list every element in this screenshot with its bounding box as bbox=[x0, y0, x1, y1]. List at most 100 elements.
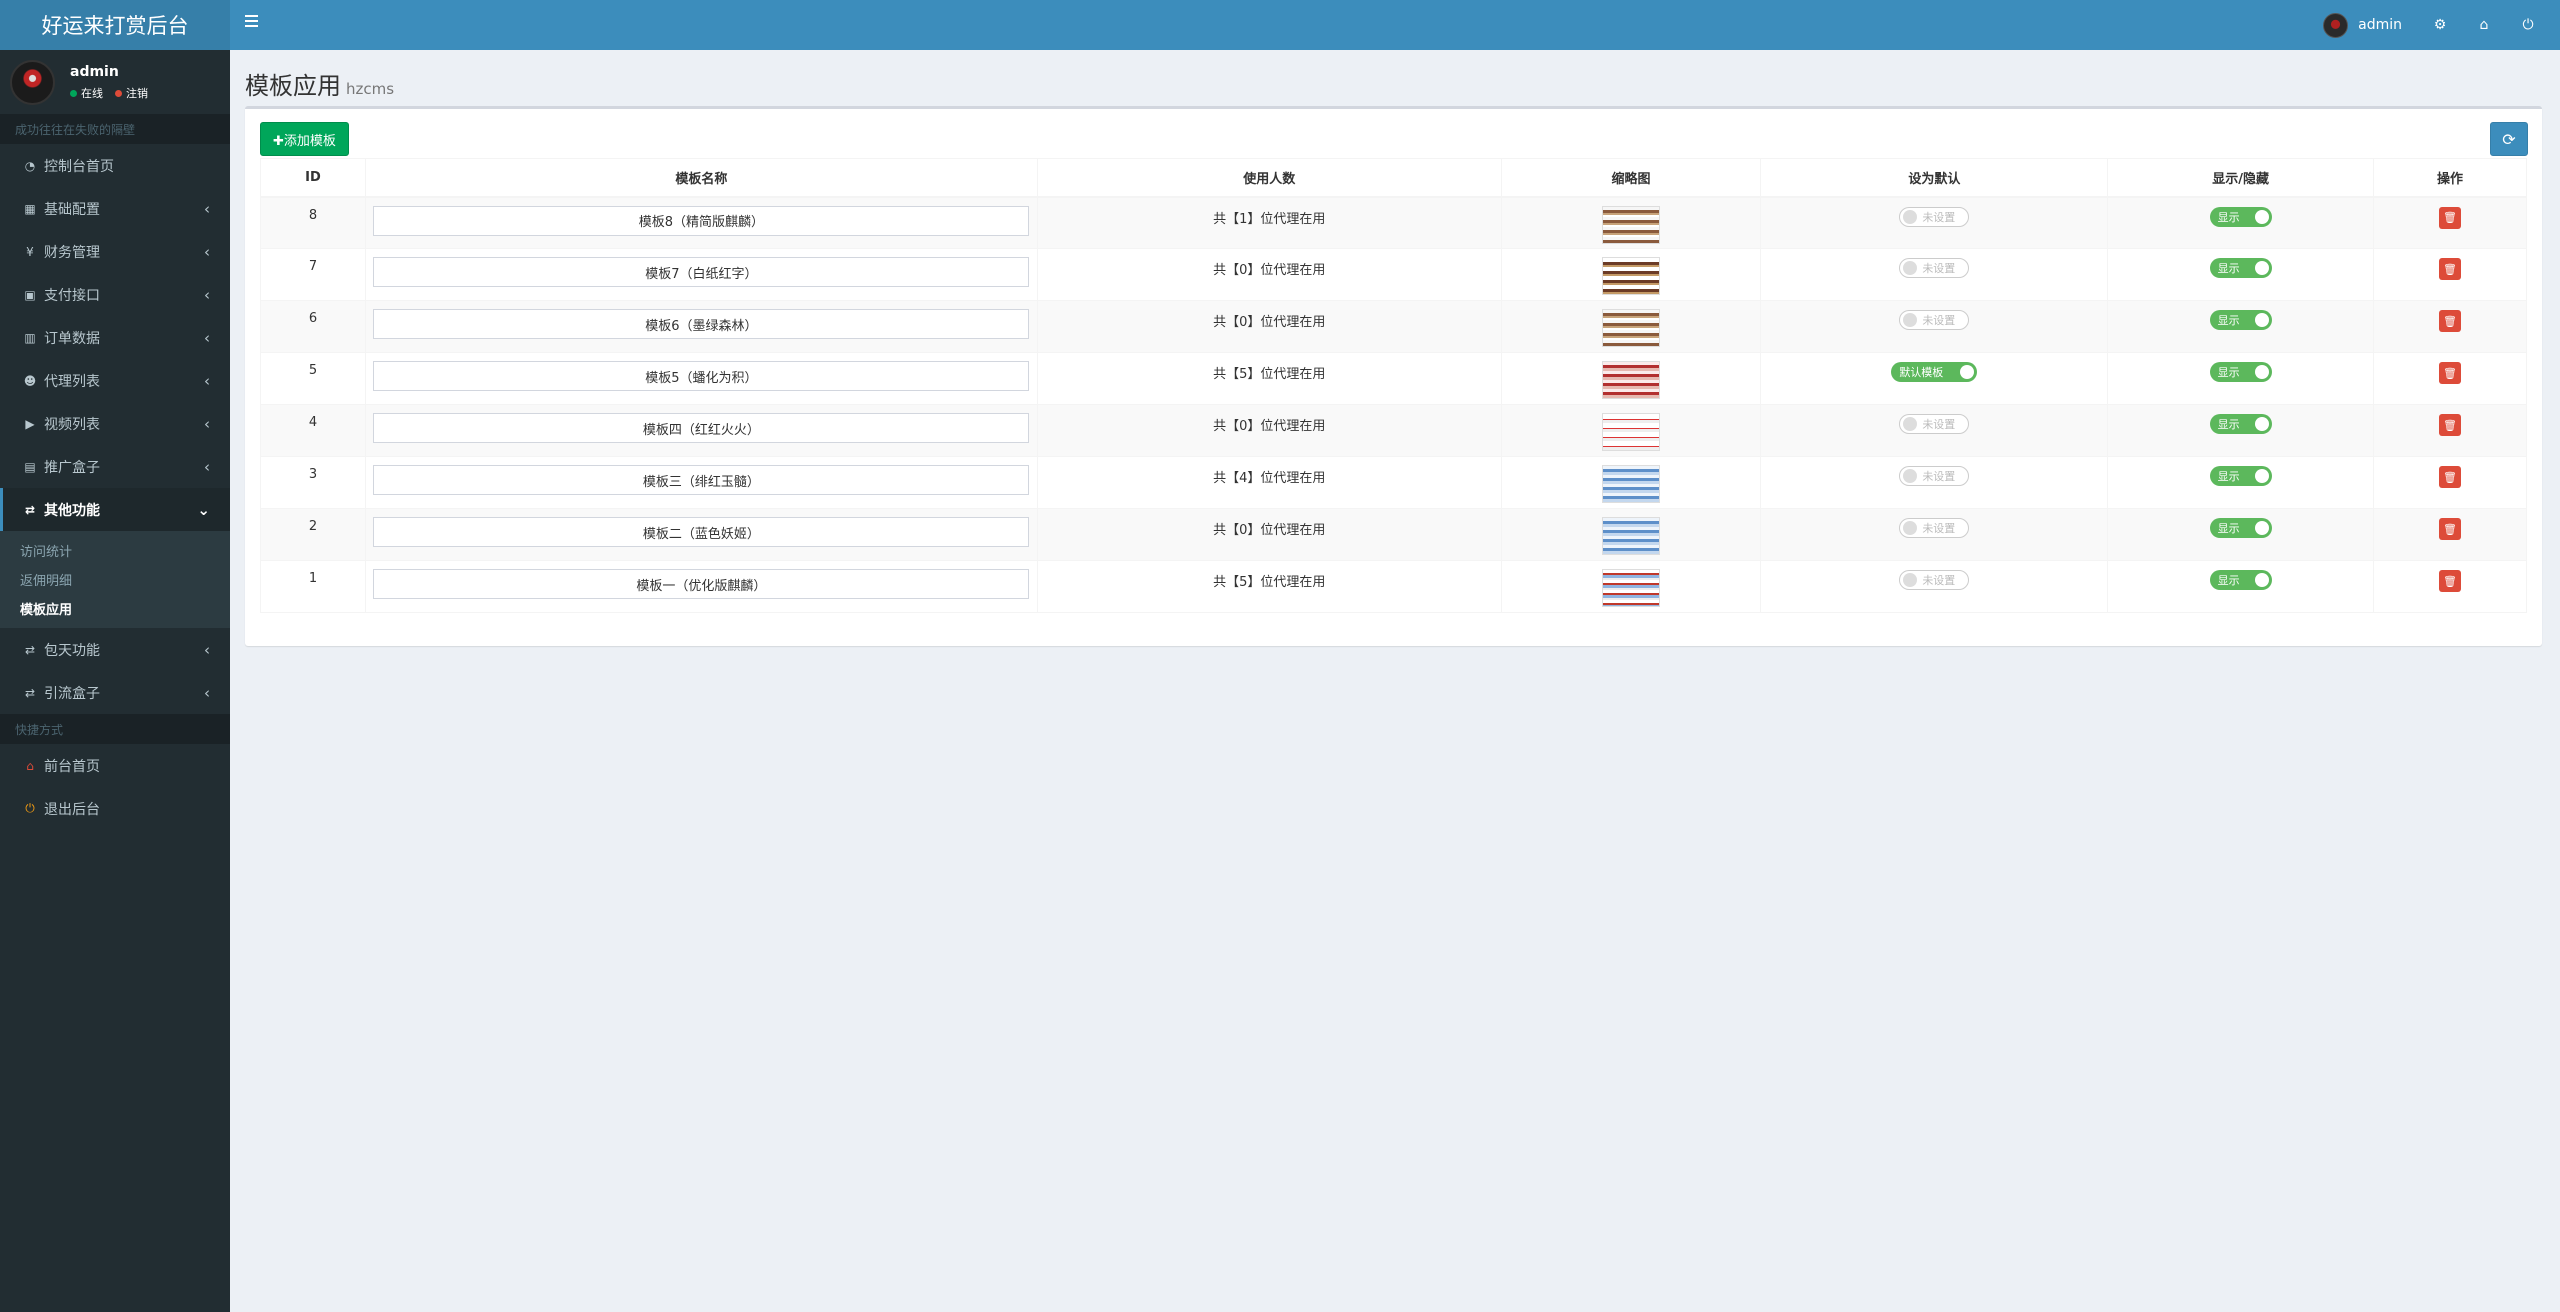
sidebar-header-shortcuts: 快捷方式 bbox=[0, 714, 230, 744]
chevron-left-icon: ‹ bbox=[204, 683, 210, 702]
template-box: ✚添加模板 ⟳ ID 模板名称 使用人数 缩略图 设为默认 显示/隐藏 操作 8… bbox=[245, 106, 2542, 646]
sidebar-item-other[interactable]: ⇄ 其他功能 ⌄ bbox=[0, 488, 230, 531]
default-toggle[interactable]: 未设置 bbox=[1899, 206, 1970, 227]
sidebar-item-videos[interactable]: ▶ 视频列表 ‹ bbox=[0, 402, 230, 445]
col-header-actions: 操作 bbox=[2373, 158, 2527, 198]
add-template-button[interactable]: ✚添加模板 bbox=[260, 122, 349, 156]
sidebar-item-logout[interactable]: ⏻ 退出后台 bbox=[0, 787, 230, 830]
home-icon: ⌂ bbox=[26, 758, 34, 773]
table-row: 7 共【0】位代理在用 未设置 显示 🗑 bbox=[260, 248, 2527, 301]
visibility-toggle[interactable]: 显示 bbox=[2209, 414, 2272, 434]
template-thumbnail[interactable] bbox=[1602, 309, 1660, 347]
logout-dot-icon bbox=[115, 90, 122, 97]
trash-icon: 🗑 bbox=[2443, 418, 2458, 432]
cell-id: 1 bbox=[260, 560, 366, 613]
delete-button[interactable]: 🗑 bbox=[2439, 414, 2462, 436]
template-name-input[interactable] bbox=[373, 309, 1030, 339]
template-name-input[interactable] bbox=[373, 465, 1030, 495]
template-name-input[interactable] bbox=[373, 569, 1030, 599]
template-thumbnail[interactable] bbox=[1602, 465, 1660, 503]
col-header-default: 设为默认 bbox=[1760, 158, 2109, 198]
user-menu[interactable]: admin bbox=[2307, 0, 2418, 50]
delete-button[interactable]: 🗑 bbox=[2439, 362, 2462, 384]
template-name-input[interactable] bbox=[373, 361, 1030, 391]
sidebar-subitem-templates[interactable]: 模板应用 bbox=[0, 594, 230, 623]
default-toggle[interactable]: 未设置 bbox=[1899, 518, 1970, 538]
sidebar-item-orders[interactable]: ▥ 订单数据 ‹ bbox=[0, 316, 230, 359]
visibility-toggle[interactable]: 显示 bbox=[2209, 362, 2272, 382]
logout-link[interactable]: 注销 bbox=[115, 85, 148, 101]
power-icon[interactable]: ⏻ bbox=[2506, 0, 2550, 50]
table-icon: ▤ bbox=[24, 459, 36, 474]
sidebar-header-motto: 成功往往在失败的隔壁 bbox=[0, 114, 230, 144]
trash-icon: 🗑 bbox=[2443, 262, 2458, 276]
template-thumbnail[interactable] bbox=[1602, 257, 1660, 295]
default-toggle[interactable]: 未设置 bbox=[1899, 570, 1970, 590]
col-header-users: 使用人数 bbox=[1036, 158, 1502, 198]
sidebar-item-traffic-box[interactable]: ⇄ 引流盒子 ‹ bbox=[0, 671, 230, 714]
users-icon: ☻ bbox=[23, 373, 37, 388]
sidebar-item-frontpage[interactable]: ⌂ 前台首页 bbox=[0, 744, 230, 787]
delete-button[interactable]: 🗑 bbox=[2439, 466, 2462, 488]
delete-button[interactable]: 🗑 bbox=[2439, 570, 2462, 592]
visibility-toggle[interactable]: 显示 bbox=[2209, 518, 2272, 538]
default-toggle[interactable]: 未设置 bbox=[1899, 310, 1970, 330]
default-toggle[interactable]: 默认模板 bbox=[1891, 362, 1978, 382]
sidebar-item-finance[interactable]: ¥ 财务管理 ‹ bbox=[0, 230, 230, 273]
delete-button[interactable]: 🗑 bbox=[2439, 206, 2462, 229]
cell-users: 共【0】位代理在用 bbox=[1036, 300, 1502, 353]
refresh-icon: ⟳ bbox=[2502, 129, 2516, 149]
table-row: 4 共【0】位代理在用 未设置 显示 🗑 bbox=[260, 404, 2527, 457]
sidebar-item-agents[interactable]: ☻ 代理列表 ‹ bbox=[0, 359, 230, 402]
template-thumbnail[interactable] bbox=[1602, 413, 1660, 451]
settings-cogs-icon[interactable]: ⚙ bbox=[2418, 0, 2462, 50]
visibility-toggle[interactable]: 显示 bbox=[2209, 466, 2272, 486]
table-row: 8 共【1】位代理在用 未设置 显示 🗑 bbox=[260, 196, 2527, 249]
template-name-input[interactable] bbox=[373, 205, 1030, 236]
template-name-input[interactable] bbox=[373, 413, 1030, 443]
sidebar-item-basic-config[interactable]: ▦ 基础配置 ‹ bbox=[0, 187, 230, 230]
visibility-toggle[interactable]: 显示 bbox=[2209, 258, 2272, 278]
default-toggle[interactable]: 未设置 bbox=[1899, 258, 1970, 278]
default-toggle[interactable]: 未设置 bbox=[1899, 414, 1970, 434]
retweet-icon: ⇄ bbox=[24, 642, 36, 657]
cell-id: 3 bbox=[260, 456, 366, 509]
sidebar-toggle-icon[interactable] bbox=[245, 15, 259, 27]
template-thumbnail[interactable] bbox=[1602, 361, 1660, 399]
power-icon: ⏻ bbox=[25, 801, 35, 815]
app-logo[interactable]: 好运来打赏后台 bbox=[0, 0, 230, 50]
sidebar-item-promo-box[interactable]: ▤ 推广盒子 ‹ bbox=[0, 445, 230, 488]
delete-button[interactable]: 🗑 bbox=[2439, 258, 2462, 280]
visibility-toggle[interactable]: 显示 bbox=[2209, 206, 2272, 227]
template-name-input[interactable] bbox=[373, 257, 1030, 287]
visibility-toggle[interactable]: 显示 bbox=[2209, 570, 2272, 590]
template-thumbnail[interactable] bbox=[1602, 205, 1660, 244]
delete-button[interactable]: 🗑 bbox=[2439, 518, 2462, 540]
chevron-left-icon: ‹ bbox=[204, 371, 210, 390]
sidebar-submenu: 访问统计 返佣明细 模板应用 bbox=[0, 531, 230, 628]
retweet-icon: ⇄ bbox=[24, 502, 36, 517]
col-header-id: ID bbox=[260, 158, 366, 198]
refresh-button[interactable]: ⟳ bbox=[2490, 122, 2528, 156]
home-icon[interactable]: ⌂ bbox=[2462, 0, 2506, 50]
template-thumbnail[interactable] bbox=[1602, 517, 1660, 555]
cell-id: 4 bbox=[260, 404, 366, 457]
trash-icon: 🗑 bbox=[2443, 470, 2458, 484]
template-name-input[interactable] bbox=[373, 517, 1030, 547]
sidebar-item-daily-pass[interactable]: ⇄ 包天功能 ‹ bbox=[0, 628, 230, 671]
sidebar-item-payment[interactable]: ▣ 支付接口 ‹ bbox=[0, 273, 230, 316]
default-toggle[interactable]: 未设置 bbox=[1899, 466, 1970, 486]
template-thumbnail[interactable] bbox=[1602, 569, 1660, 607]
yen-icon: ¥ bbox=[26, 244, 34, 259]
sidebar-item-dashboard[interactable]: ◔ 控制台首页 bbox=[0, 144, 230, 187]
table-row: 1 共【5】位代理在用 未设置 显示 🗑 bbox=[260, 560, 2527, 613]
sidebar-subitem-visit-stats[interactable]: 访问统计 bbox=[0, 536, 230, 565]
table-row: 5 共【5】位代理在用 默认模板 显示 🗑 bbox=[260, 352, 2527, 405]
retweet-icon: ⇄ bbox=[24, 685, 36, 700]
cell-id: 5 bbox=[260, 352, 366, 405]
user-menu-name: admin bbox=[2358, 17, 2402, 33]
sidebar-subitem-commission[interactable]: 返佣明细 bbox=[0, 565, 230, 594]
bar-chart-icon: ▥ bbox=[24, 330, 36, 345]
delete-button[interactable]: 🗑 bbox=[2439, 310, 2462, 332]
visibility-toggle[interactable]: 显示 bbox=[2209, 310, 2272, 330]
